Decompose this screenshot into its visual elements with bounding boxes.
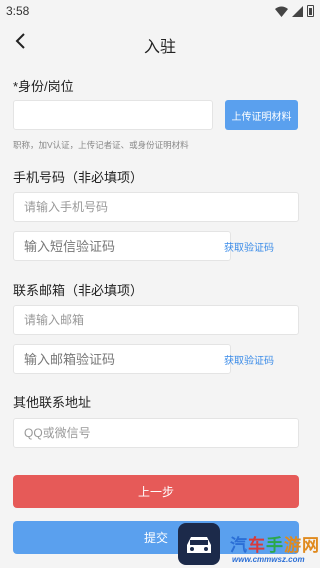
battery-icon <box>307 5 314 17</box>
identity-label: *身份/岗位 <box>13 79 74 94</box>
wifi-icon <box>275 6 288 17</box>
other-contact-field[interactable] <box>13 418 299 448</box>
email-code-input[interactable] <box>14 345 210 373</box>
phone-input[interactable] <box>14 193 298 221</box>
phone-field[interactable] <box>13 192 299 222</box>
watermark-logo-icon <box>178 523 220 565</box>
signal-icon <box>292 5 303 17</box>
watermark-char: 汽 <box>230 536 248 555</box>
upload-proof-button[interactable]: 上传证明材料 <box>225 100 298 130</box>
watermark-url: www.cmmwsz.com <box>232 555 305 564</box>
email-code-field[interactable]: 获取验证码 <box>13 344 274 374</box>
identity-hint: 职称，加V认证，上传记者证、或身份证明材料 <box>13 140 189 150</box>
status-bar: 3:58 <box>0 0 320 22</box>
watermark-char: 车 <box>248 536 266 555</box>
phone-label: 手机号码（非必填项） <box>13 170 144 185</box>
email-input[interactable] <box>14 306 298 334</box>
other-contact-label: 其他联系地址 <box>13 395 92 410</box>
email-label: 联系邮箱（非必填项） <box>13 283 144 298</box>
status-icons <box>275 5 314 17</box>
other-contact-input[interactable] <box>14 419 298 447</box>
watermark-char: 手 <box>266 536 284 555</box>
email-field[interactable] <box>13 305 299 335</box>
identity-input[interactable] <box>14 101 212 129</box>
identity-field[interactable] <box>13 100 213 130</box>
sms-code-field[interactable]: 获取验证码 <box>13 231 274 261</box>
watermark-char: 游网 <box>284 536 320 555</box>
nav-bar: 入驻 <box>0 22 320 62</box>
status-time: 3:58 <box>6 4 30 18</box>
watermark-text: 汽车手游网 <box>230 531 320 556</box>
get-email-code-button[interactable]: 获取验证码 <box>210 352 288 367</box>
sms-code-input[interactable] <box>14 232 210 260</box>
get-sms-code-button[interactable]: 获取验证码 <box>210 239 288 254</box>
previous-step-button[interactable]: 上一步 <box>13 475 299 508</box>
page-title: 入驻 <box>143 39 176 56</box>
